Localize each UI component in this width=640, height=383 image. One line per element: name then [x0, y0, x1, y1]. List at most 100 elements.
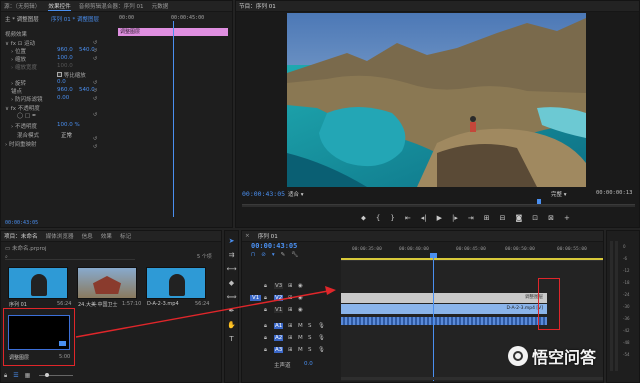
- lock-icon[interactable]: 🔒︎: [264, 283, 267, 290]
- marker-icon[interactable]: ⬥: [361, 214, 366, 223]
- camera-icon[interactable]: ◙: [515, 214, 522, 223]
- tab-source[interactable]: 源：（无剪辑）: [4, 2, 40, 10]
- sync-icon[interactable]: ⊞: [288, 323, 293, 329]
- settings-icon[interactable]: ✎: [281, 252, 286, 258]
- uniform-scale-row[interactable]: 等比缩放: [57, 71, 86, 79]
- quality-dropdown[interactable]: 完整 ▾: [551, 190, 567, 198]
- pen-tool-icon[interactable]: ✒: [229, 307, 235, 315]
- tab-project[interactable]: 项目：未命名: [4, 232, 38, 240]
- eye-icon[interactable]: ◉: [298, 283, 303, 289]
- lock-icon[interactable]: 🔒︎: [264, 295, 267, 302]
- mark-out-icon[interactable]: }: [390, 214, 394, 223]
- sync-icon[interactable]: ⊞: [288, 307, 293, 313]
- rotation-value[interactable]: 0.0: [57, 79, 66, 85]
- tab-effects[interactable]: 效果: [101, 232, 112, 240]
- step-forward-icon[interactable]: |▸: [452, 214, 458, 223]
- lift-icon[interactable]: ⊞: [484, 214, 490, 223]
- project-item-thumb[interactable]: [8, 267, 68, 299]
- hand-tool-icon[interactable]: ✋: [227, 321, 236, 329]
- compare-icon[interactable]: ⊠: [548, 214, 554, 223]
- clip-video[interactable]: D-A-2-3.mp4 [V]: [341, 304, 547, 314]
- program-playhead-marker[interactable]: [537, 199, 541, 204]
- clip-audio[interactable]: [341, 317, 547, 325]
- lock-icon[interactable]: 🔒︎: [4, 372, 7, 380]
- timeline-title[interactable]: 序列 01: [258, 232, 278, 240]
- search-input[interactable]: ⌕: [5, 253, 135, 260]
- tab-media-browser[interactable]: 媒体浏览器: [46, 232, 74, 240]
- timeline-playhead[interactable]: [433, 255, 434, 381]
- master-value[interactable]: 0.0: [304, 361, 313, 367]
- add-button-icon[interactable]: +: [564, 214, 570, 223]
- mute-icon[interactable]: M: [298, 323, 303, 329]
- tab-metadata[interactable]: 元数据: [152, 2, 169, 10]
- sync-icon[interactable]: ⊞: [288, 295, 293, 301]
- timeline-playhead-head[interactable]: [430, 253, 437, 258]
- mark-in-icon[interactable]: {: [376, 214, 380, 223]
- solo-icon[interactable]: S: [308, 323, 312, 329]
- add-marker-icon[interactable]: ▾: [272, 252, 275, 258]
- ellipse-mask-icon[interactable]: ◯: [17, 113, 23, 119]
- go-to-in-icon[interactable]: ⇤: [405, 214, 411, 223]
- pen-mask-icon[interactable]: ✒: [32, 113, 37, 119]
- motion-row[interactable]: ∨ fx ⊡ 运动: [5, 39, 35, 47]
- clip-header-right[interactable]: 序列 01 * 调整图层: [51, 15, 99, 23]
- play-icon[interactable]: ▶: [437, 214, 442, 223]
- clip-adjustment-layer[interactable]: 调整图层: [341, 293, 547, 303]
- opacity-section-row[interactable]: ∨ fx 不透明度: [5, 104, 40, 112]
- ripple-edit-icon[interactable]: ⟷: [226, 265, 236, 273]
- solo-icon[interactable]: S: [308, 347, 312, 353]
- flicker-value[interactable]: 0.00: [57, 95, 69, 101]
- mic-icon[interactable]: 🎙︎: [318, 323, 325, 329]
- timeline-timecode[interactable]: 00:00:43:05: [251, 242, 297, 250]
- type-tool-icon[interactable]: T: [229, 335, 233, 343]
- lock-icon[interactable]: 🔒︎: [264, 307, 267, 314]
- rect-mask-icon[interactable]: □: [25, 113, 30, 119]
- opacity-value[interactable]: 100.0 %: [57, 122, 80, 128]
- solo-icon[interactable]: S: [308, 335, 312, 341]
- lock-icon[interactable]: 🔒︎: [264, 335, 267, 342]
- time-remap-row[interactable]: › 时间重映射: [5, 140, 36, 148]
- fit-dropdown[interactable]: 适合 ▾: [288, 190, 304, 198]
- program-timecode[interactable]: 00:00:43:05: [242, 190, 285, 198]
- mic-icon[interactable]: 🎙︎: [318, 347, 325, 353]
- program-title[interactable]: 节目：序列 01: [239, 2, 276, 10]
- uniform-scale-checkbox[interactable]: [57, 72, 62, 77]
- snap-icon[interactable]: ⊓: [251, 252, 255, 258]
- timeline-scrollbar[interactable]: [341, 377, 603, 380]
- tab-info[interactable]: 信息: [82, 232, 93, 240]
- linked-icon[interactable]: ⊘: [261, 252, 266, 258]
- project-item-thumb[interactable]: [77, 267, 137, 299]
- close-icon[interactable]: ×: [245, 233, 250, 239]
- mute-icon[interactable]: M: [298, 335, 303, 341]
- reset-icon[interactable]: ↺: [93, 39, 111, 47]
- position-x-value[interactable]: 960.0: [57, 47, 73, 53]
- tab-audio-mixer[interactable]: 音频剪辑混合器：序列 01: [79, 2, 144, 10]
- wrench-icon[interactable]: 🔧︎: [291, 252, 298, 258]
- lock-icon[interactable]: 🔒︎: [264, 347, 267, 354]
- mini-playhead[interactable]: [173, 21, 174, 217]
- step-back-icon[interactable]: ◂|: [421, 214, 427, 223]
- list-view-icon[interactable]: ☰: [13, 372, 18, 380]
- selection-tool-icon[interactable]: ➤: [229, 237, 235, 245]
- tab-markers[interactable]: 标记: [120, 232, 131, 240]
- eye-icon[interactable]: ◉: [298, 307, 303, 313]
- razor-tool-icon[interactable]: ◆: [229, 279, 234, 287]
- mic-icon[interactable]: 🎙︎: [318, 335, 325, 341]
- sync-icon[interactable]: ⊞: [288, 347, 293, 353]
- source-patch[interactable]: V1: [250, 295, 262, 301]
- blend-select[interactable]: 正常: [61, 131, 72, 139]
- lock-icon[interactable]: 🔒︎: [264, 323, 267, 330]
- slip-tool-icon[interactable]: ⟺: [226, 293, 236, 301]
- work-area-bar[interactable]: [341, 258, 603, 260]
- settings-button-icon[interactable]: ⊡: [532, 214, 538, 223]
- track-select-icon[interactable]: ⇉: [229, 251, 235, 259]
- eye-icon[interactable]: ◉: [298, 295, 303, 301]
- anchor-x-value[interactable]: 960.0: [57, 87, 73, 93]
- scale-value[interactable]: 100.0: [57, 55, 73, 61]
- sync-icon[interactable]: ⊞: [288, 283, 293, 289]
- icon-view-icon[interactable]: ▦: [25, 372, 31, 380]
- sync-icon[interactable]: ⊞: [288, 335, 293, 341]
- program-scrub-bar[interactable]: [242, 204, 635, 207]
- mute-icon[interactable]: M: [298, 347, 303, 353]
- tab-effect-controls[interactable]: 效果控件: [48, 2, 71, 11]
